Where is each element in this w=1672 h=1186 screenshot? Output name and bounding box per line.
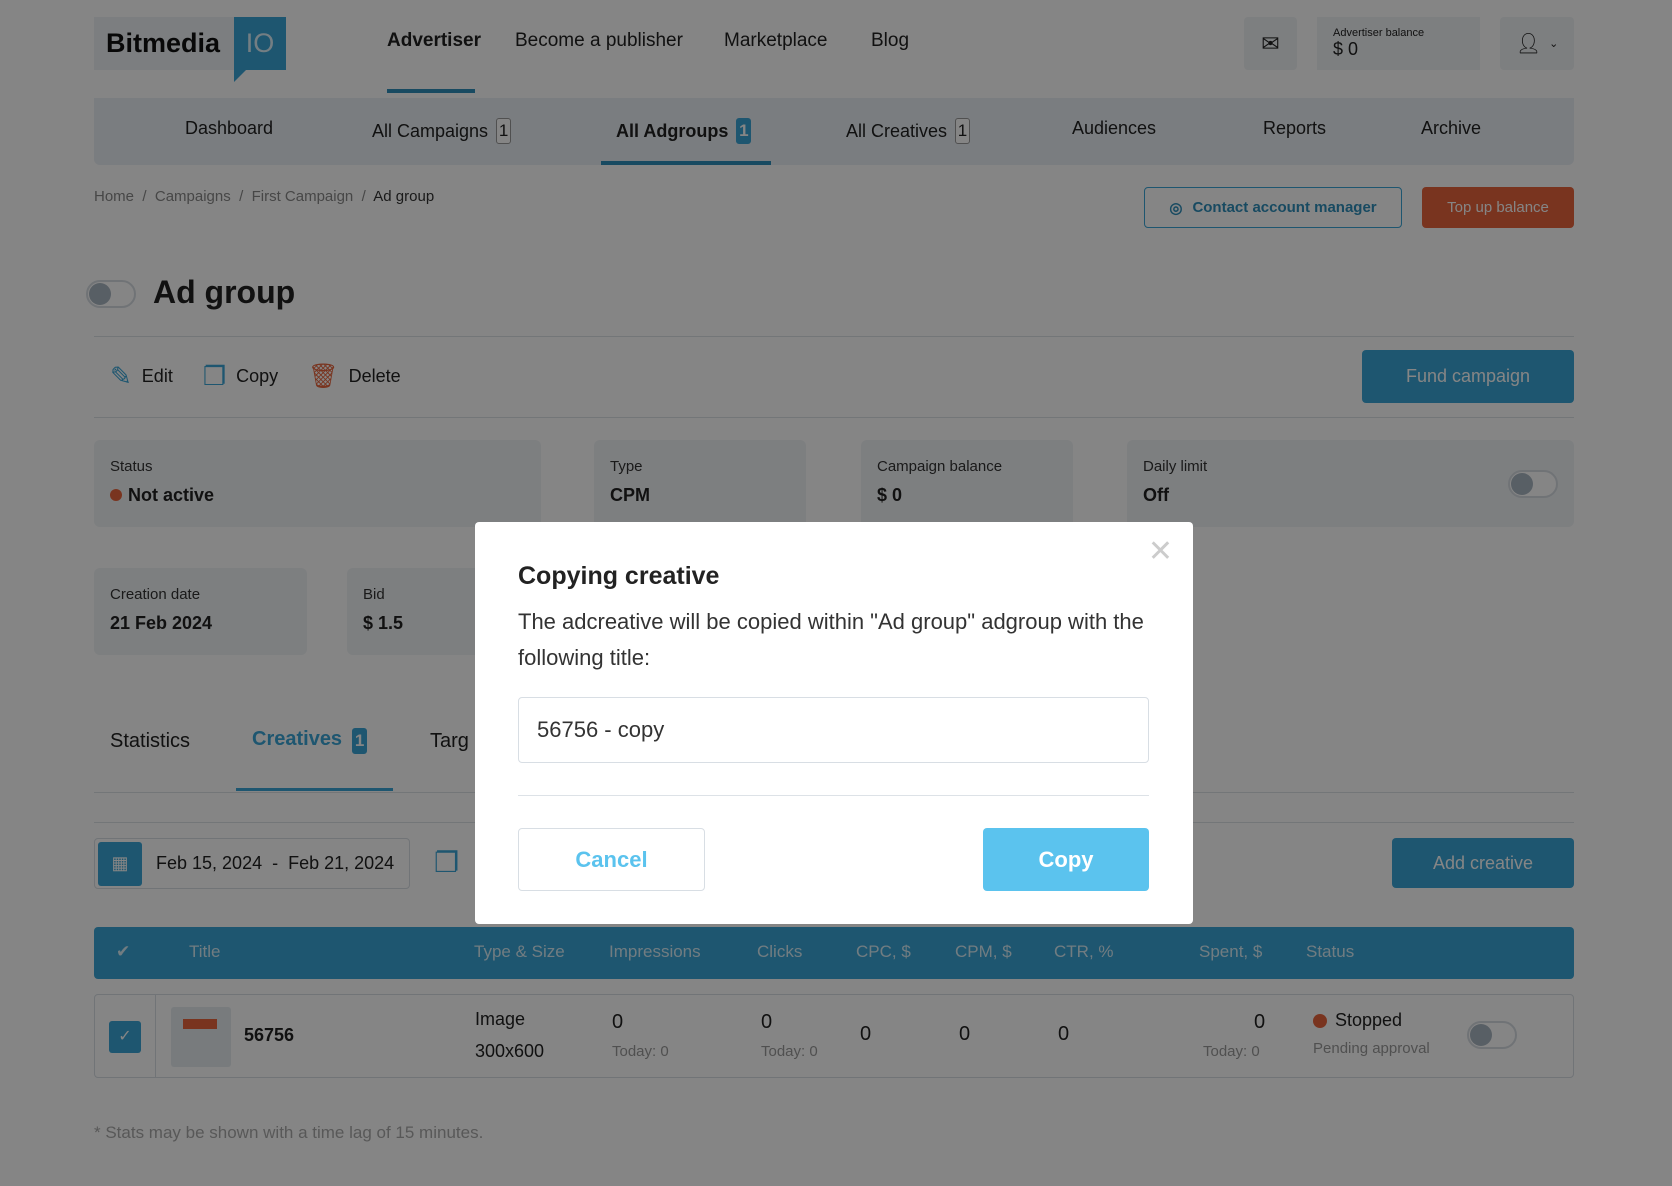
cancel-button[interactable]: Cancel: [518, 828, 705, 891]
creative-title-input[interactable]: [518, 697, 1149, 763]
close-icon[interactable]: ✕: [1148, 534, 1173, 569]
copy-creative-modal: ✕ Copying creative The adcreative will b…: [475, 522, 1193, 924]
modal-title: Copying creative: [518, 562, 720, 590]
modal-text: The adcreative will be copied within "Ad…: [518, 609, 1144, 670]
divider: [518, 795, 1149, 796]
copy-confirm-button[interactable]: Copy: [983, 828, 1149, 891]
